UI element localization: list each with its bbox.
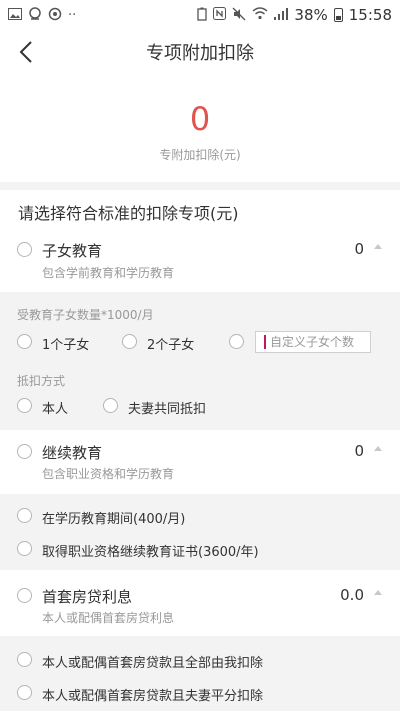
sync-icon xyxy=(48,7,62,24)
page-title: 专项附加扣除 xyxy=(146,43,254,64)
continuing-education-value: 0 xyxy=(354,442,364,460)
housing-half-label: 本人或配偶首套房贷款且夫妻平分扣除 xyxy=(42,689,264,704)
self-method-label: 本人 xyxy=(42,402,69,417)
housing-loan-radio[interactable] xyxy=(17,588,32,603)
one-child-label: 1个子女 xyxy=(42,338,90,353)
notify-icon xyxy=(28,6,42,24)
mute-icon xyxy=(232,7,246,24)
degree-education-radio[interactable] xyxy=(17,508,32,523)
text-cursor xyxy=(264,335,266,349)
custom-children-placeholder: 自定义子女个数 xyxy=(270,335,355,349)
deduction-summary: 0 专附加扣除(元) xyxy=(0,74,400,184)
children-education-value: 0 xyxy=(354,240,364,258)
nav-bar: 专项附加扣除 xyxy=(0,30,400,74)
item-continuing-education[interactable]: 继续教育 包含职业资格和学历教育 0 xyxy=(0,436,400,492)
self-method-radio[interactable] xyxy=(17,398,32,413)
more-icon: ·· xyxy=(68,7,77,23)
status-bar: ·· 38% 15:58 xyxy=(0,0,400,30)
housing-options-panel: 本人或配偶首套房贷款且全部由我扣除 本人或配偶首套房贷款且夫妻平分扣除 xyxy=(0,636,400,711)
clock: 15:58 xyxy=(348,6,392,24)
children-education-subtitle: 包含学前教育和学历教育 xyxy=(42,266,175,280)
housing-loan-value: 0.0 xyxy=(340,586,364,604)
wifi-icon xyxy=(252,7,268,23)
joint-method-radio[interactable] xyxy=(103,398,118,413)
battery-percent: 38% xyxy=(294,6,328,24)
collapse-caret-icon[interactable] xyxy=(374,446,382,451)
section-title: 请选择符合标准的扣除专项(元) xyxy=(18,204,239,223)
back-button[interactable] xyxy=(10,36,42,68)
status-left: ·· xyxy=(8,6,77,24)
children-education-title: 子女教育 xyxy=(42,242,103,260)
custom-children-input[interactable]: 自定义子女个数 xyxy=(255,331,371,353)
degree-education-label: 在学历教育期间(400/月) xyxy=(42,512,186,527)
continuing-education-title: 继续教育 xyxy=(42,444,103,462)
certificate-label: 取得职业资格继续教育证书(3600/年) xyxy=(42,545,259,560)
children-options-panel: 受教育子女数量*1000/月 1个子女 2个子女 自定义子女个数 抵扣方式 本人… xyxy=(0,292,400,430)
joint-method-label: 夫妻共同抵扣 xyxy=(128,402,207,417)
housing-full-radio[interactable] xyxy=(17,652,32,667)
battery-saver-icon xyxy=(197,7,208,24)
continuing-education-subtitle: 包含职业资格和学历教育 xyxy=(42,467,175,481)
item-children-education[interactable]: 子女教育 包含学前教育和学历教育 0 xyxy=(0,232,400,292)
signal-icon xyxy=(274,7,289,23)
item-housing-loan[interactable]: 首套房贷利息 本人或配偶首套房贷利息 0.0 xyxy=(0,580,400,636)
children-count-label: 受教育子女数量*1000/月 xyxy=(17,308,154,322)
chevron-left-icon xyxy=(19,41,32,63)
collapse-caret-icon[interactable] xyxy=(374,244,382,249)
image-icon xyxy=(8,7,22,23)
two-children-label: 2个子女 xyxy=(147,338,195,353)
one-child-radio[interactable] xyxy=(17,334,32,349)
total-deduction-value: 0 xyxy=(189,100,211,138)
children-education-radio[interactable] xyxy=(17,242,32,257)
nfc-icon xyxy=(213,7,227,23)
section-divider xyxy=(0,182,400,190)
custom-children-radio[interactable] xyxy=(229,334,244,349)
total-deduction-label: 专附加扣除(元) xyxy=(159,148,241,162)
battery-icon xyxy=(333,8,343,22)
collapse-caret-icon[interactable] xyxy=(374,590,382,595)
continuing-options-panel: 在学历教育期间(400/月) 取得职业资格继续教育证书(3600/年) xyxy=(0,494,400,570)
certificate-radio[interactable] xyxy=(17,541,32,556)
two-children-radio[interactable] xyxy=(122,334,137,349)
housing-full-label: 本人或配偶首套房贷款且全部由我扣除 xyxy=(42,656,264,671)
housing-loan-title: 首套房贷利息 xyxy=(42,588,133,606)
housing-loan-subtitle: 本人或配偶首套房贷利息 xyxy=(42,611,175,625)
status-right: 38% 15:58 xyxy=(197,6,392,24)
deduction-method-label: 抵扣方式 xyxy=(17,374,66,388)
housing-half-radio[interactable] xyxy=(17,685,32,700)
continuing-education-radio[interactable] xyxy=(17,444,32,459)
